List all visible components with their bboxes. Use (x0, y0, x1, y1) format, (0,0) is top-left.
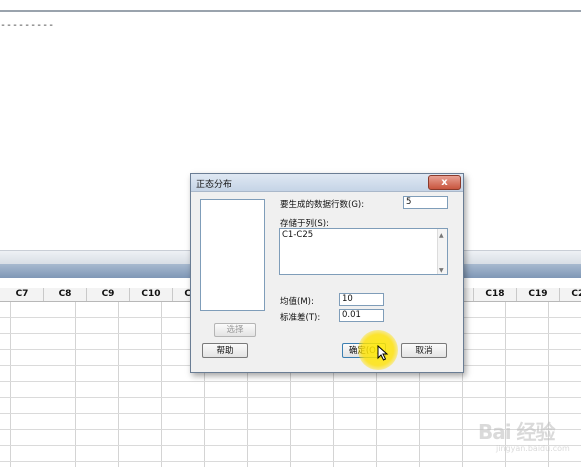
mouse-cursor-icon (377, 345, 389, 361)
normal-distribution-dialog: 正态分布 x 要生成的数据行数(G): 5 存储于列(S): C1-C25 ▲ … (190, 173, 464, 373)
textarea-scrollbar[interactable]: ▲ ▼ (437, 229, 447, 274)
select-button[interactable]: 选择 (214, 323, 256, 337)
column-header[interactable]: C20 (560, 288, 581, 301)
variable-listbox[interactable] (200, 199, 265, 311)
column-header[interactable]: C19 (517, 288, 560, 301)
rows-to-generate-input[interactable]: 5 (403, 196, 448, 209)
column-header[interactable]: C7 (1, 288, 44, 301)
column-header[interactable]: C18 (474, 288, 517, 301)
column-header[interactable]: C9 (87, 288, 130, 301)
baidu-jingyan-watermark: Bai 经验 jingyan.baidu.com (478, 404, 578, 460)
dialog-title: 正态分布 (196, 180, 233, 190)
session-top-border (0, 10, 581, 12)
standard-deviation-label: 标准差(T): (280, 313, 321, 323)
cancel-button[interactable]: 取消 (401, 343, 447, 358)
watermark-url: jingyan.baidu.com (496, 444, 570, 453)
close-icon[interactable]: x (428, 175, 461, 190)
scroll-up-icon[interactable]: ▲ (439, 230, 444, 241)
column-header[interactable]: C10 (130, 288, 173, 301)
watermark-text: Bai 经验 (478, 420, 556, 444)
store-in-columns-textarea[interactable]: C1-C25 ▲ ▼ (279, 228, 448, 275)
help-button[interactable]: 帮助 (202, 343, 248, 358)
session-output-text: --------- (0, 20, 55, 31)
rows-to-generate-label: 要生成的数据行数(G): (280, 200, 365, 210)
standard-deviation-input[interactable]: 0.01 (339, 309, 384, 322)
mean-input[interactable]: 10 (339, 293, 384, 306)
mean-label: 均值(M): (280, 297, 314, 307)
store-in-columns-value: C1-C25 (282, 230, 314, 240)
column-header[interactable]: C8 (44, 288, 87, 301)
dialog-titlebar[interactable]: 正态分布 x (191, 174, 463, 192)
scroll-down-icon[interactable]: ▼ (439, 265, 444, 276)
